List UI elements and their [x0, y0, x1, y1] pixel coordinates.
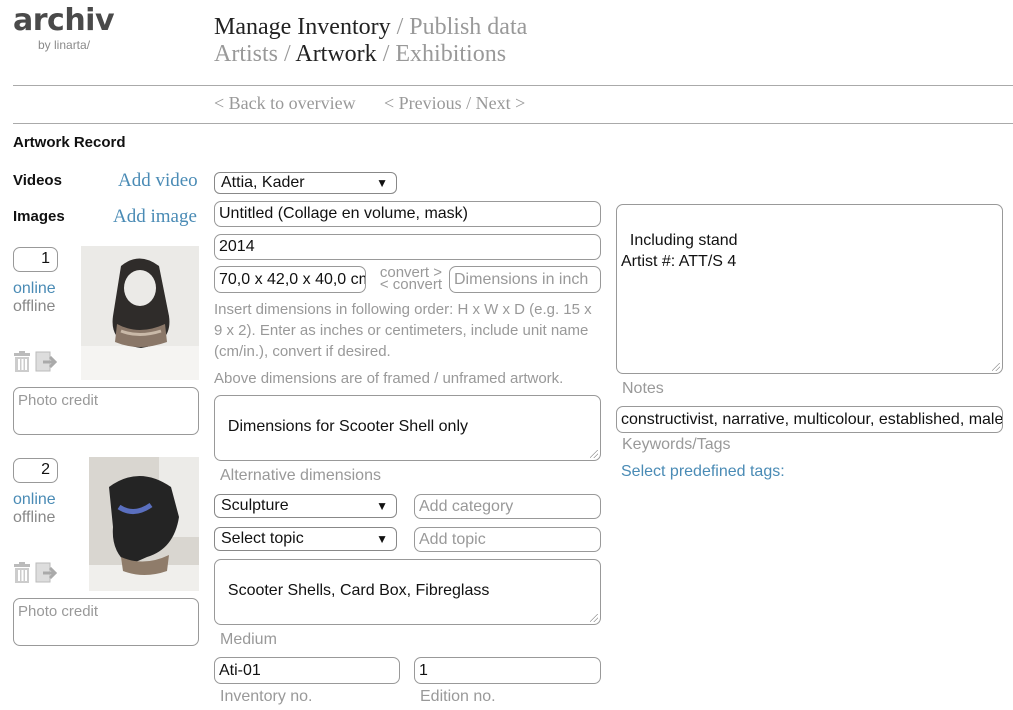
resize-handle[interactable]: [590, 450, 598, 458]
logo-subtitle: by linarta/: [38, 38, 91, 52]
artwork-photo-1[interactable]: [81, 246, 199, 380]
alternative-dimensions-input[interactable]: Dimensions for Scooter Shell only: [214, 395, 601, 461]
image-offline-toggle[interactable]: offline: [13, 509, 55, 527]
select-predefined-tags-link[interactable]: Select predefined tags:: [621, 463, 785, 481]
image-order-input[interactable]: 2: [13, 458, 58, 483]
record-pager: < Previous / Next >: [384, 93, 525, 114]
archiv-logo[interactable]: archiv: [13, 6, 115, 36]
nav-artists[interactable]: Artists: [214, 41, 278, 67]
category-select-value: Sculpture: [221, 497, 289, 514]
nav-separator: /: [390, 14, 410, 40]
medium-label: Medium: [220, 631, 277, 648]
notes-label: Notes: [622, 380, 664, 397]
nav-publish-data[interactable]: Publish data: [409, 14, 527, 40]
section-title: Artwork Record: [13, 134, 126, 151]
chevron-down-icon: ▼: [376, 176, 388, 190]
year-input[interactable]: 2014: [214, 234, 601, 260]
nav-exhibitions[interactable]: Exhibitions: [395, 41, 506, 67]
resize-handle[interactable]: [590, 614, 598, 622]
inventory-number-input[interactable]: Ati-01: [214, 657, 400, 684]
convert-back-button[interactable]: < convert: [370, 277, 442, 292]
alternative-dimensions-label: Alternative dimensions: [220, 467, 381, 484]
replace-image-icon[interactable]: [35, 351, 58, 373]
nav-manage-inventory[interactable]: Manage Inventory: [214, 14, 391, 40]
resize-handle[interactable]: [992, 363, 1000, 371]
topic-select-value: Select topic: [221, 530, 304, 547]
image-online-toggle[interactable]: online: [13, 280, 56, 298]
medium-value: Scooter Shells, Card Box, Fibreglass: [227, 582, 490, 599]
videos-label: Videos: [13, 172, 62, 189]
dimensions-inch-input[interactable]: Dimensions in inch: [449, 266, 601, 293]
top-nav: Manage Inventory / Publish data: [214, 14, 527, 41]
edition-number-label: Edition no.: [420, 688, 496, 705]
artwork-photo-2[interactable]: [89, 457, 199, 591]
notes-value: Including stand Artist #: ATT/S 4: [621, 232, 738, 270]
pager-separator: /: [461, 93, 476, 113]
notes-input[interactable]: Including stand Artist #: ATT/S 4: [616, 204, 1003, 374]
sub-nav-sections: Artists / Artwork / Exhibitions: [214, 41, 506, 68]
add-topic-input[interactable]: Add topic: [414, 527, 601, 552]
back-to-overview-link[interactable]: < Back to overview: [214, 93, 356, 114]
divider: [13, 85, 1013, 86]
next-link[interactable]: Next >: [476, 93, 526, 113]
chevron-down-icon: ▼: [376, 532, 388, 546]
image-online-toggle[interactable]: online: [13, 491, 56, 509]
chevron-down-icon: ▼: [376, 499, 388, 513]
framed-hint: Above dimensions are of framed / unframe…: [214, 370, 564, 387]
trash-icon[interactable]: [13, 351, 31, 373]
convert-controls: convert > < convert: [370, 265, 442, 292]
photo-credit-input[interactable]: Photo credit: [13, 598, 199, 646]
images-label: Images: [13, 208, 65, 225]
artist-select[interactable]: Attia, Kader ▼: [214, 172, 397, 194]
divider: [13, 123, 1013, 124]
category-select[interactable]: Sculpture ▼: [214, 494, 397, 518]
trash-icon[interactable]: [13, 562, 31, 584]
add-image-link[interactable]: Add image: [113, 206, 197, 228]
title-input[interactable]: Untitled (Collage en volume, mask): [214, 201, 601, 227]
add-video-link[interactable]: Add video: [118, 170, 198, 192]
dimensions-cm-input[interactable]: 70,0 x 42,0 x 40,0 cm: [214, 266, 366, 293]
dimensions-hint: Insert dimensions in following order: H …: [214, 301, 592, 360]
nav-artwork[interactable]: Artwork: [295, 41, 376, 67]
replace-image-icon[interactable]: [35, 562, 58, 584]
artist-select-value: Attia, Kader: [221, 174, 305, 191]
inventory-number-label: Inventory no.: [220, 688, 313, 705]
previous-link[interactable]: < Previous: [384, 93, 462, 113]
image-order-input[interactable]: 1: [13, 247, 58, 272]
photo-credit-input[interactable]: Photo credit: [13, 387, 199, 435]
add-category-input[interactable]: Add category: [414, 494, 601, 519]
nav-separator: /: [376, 41, 396, 67]
keywords-label: Keywords/Tags: [622, 436, 731, 453]
keywords-input[interactable]: constructivist, narrative, multicolour, …: [616, 406, 1003, 433]
medium-input[interactable]: Scooter Shells, Card Box, Fibreglass: [214, 559, 601, 625]
topic-select[interactable]: Select topic ▼: [214, 527, 397, 551]
image-offline-toggle[interactable]: offline: [13, 298, 55, 316]
alternative-dimensions-value: Dimensions for Scooter Shell only: [227, 418, 468, 435]
nav-separator: /: [278, 41, 296, 67]
edition-number-input[interactable]: 1: [414, 657, 601, 684]
